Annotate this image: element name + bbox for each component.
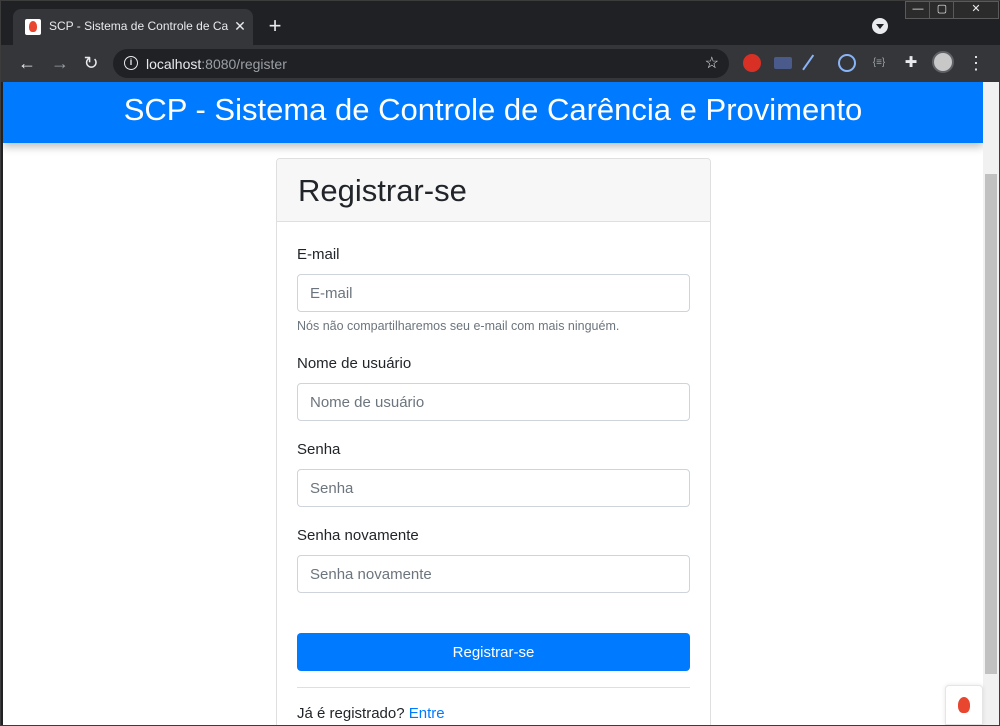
avatar[interactable]: [932, 51, 954, 73]
browser-toolbar: ← → ↻ i localhost:8080/register ☆ {≡} ✚ …: [1, 45, 1000, 82]
username-field[interactable]: [297, 383, 690, 421]
url-host: localhost: [146, 56, 202, 72]
password-confirm-label: Senha novamente: [297, 527, 419, 544]
browser-window: SCP - Sistema de Controle de Carência e …: [0, 0, 1000, 726]
divider: [297, 687, 690, 688]
username-label: Nome de usuário: [297, 355, 412, 372]
register-card: Registrar-se E-mail Nós não compartilhar…: [276, 158, 711, 725]
app-title: SCP - Sistema de Controle de Carência e …: [123, 92, 863, 127]
flame-widget-icon[interactable]: [945, 685, 983, 725]
scrollbar-thumb[interactable]: [985, 174, 997, 674]
adblock-icon[interactable]: [743, 54, 761, 72]
close-tab-icon[interactable]: ✕: [231, 17, 249, 35]
react-icon[interactable]: [838, 54, 856, 72]
devtools-icon[interactable]: [774, 57, 792, 69]
card-header: Registrar-se: [277, 159, 710, 222]
tab-title: SCP - Sistema de Controle de Carência e …: [49, 19, 229, 33]
tab-search-icon[interactable]: [872, 18, 888, 34]
login-prompt: Já é registrado? Entre: [297, 705, 445, 722]
menu-kebab-icon[interactable]: ⋮: [967, 51, 985, 75]
login-prompt-text: Já é registrado?: [297, 705, 409, 722]
url-text: localhost:8080/register: [146, 56, 287, 72]
info-icon[interactable]: i: [124, 56, 138, 70]
close-window-button[interactable]: ✕: [953, 1, 999, 19]
maximize-button[interactable]: ▢: [929, 1, 955, 19]
pen-icon[interactable]: [802, 54, 816, 72]
login-link[interactable]: Entre: [409, 705, 445, 722]
page-content: SCP - Sistema de Controle de Carência e …: [3, 82, 999, 725]
password-label: Senha: [297, 441, 341, 458]
app-header: SCP - Sistema de Controle de Carência e …: [3, 82, 983, 143]
password-field[interactable]: [297, 469, 690, 507]
password-confirm-field[interactable]: [297, 555, 690, 593]
card-title: Registrar-se: [298, 173, 467, 208]
flame-favicon-icon: [25, 19, 41, 35]
minimize-button[interactable]: —: [905, 1, 931, 19]
url-path: :8080/register: [201, 56, 287, 72]
new-tab-button[interactable]: +: [263, 15, 287, 39]
tab-strip: SCP - Sistema de Controle de Carência e …: [1, 1, 1000, 45]
back-button[interactable]: ←: [15, 51, 39, 75]
email-label: E-mail: [297, 246, 340, 263]
reload-button[interactable]: ↻: [79, 51, 103, 75]
json-icon[interactable]: {≡}: [870, 54, 888, 72]
address-bar[interactable]: i localhost:8080/register ☆: [113, 49, 729, 78]
forward-button[interactable]: →: [48, 51, 72, 75]
email-field[interactable]: [297, 274, 690, 312]
register-button[interactable]: Registrar-se: [297, 633, 690, 671]
puzzle-icon[interactable]: ✚: [902, 54, 920, 72]
bookmark-star-icon[interactable]: ☆: [705, 53, 719, 73]
email-help-text: Nós não compartilharemos seu e-mail com …: [297, 319, 620, 333]
active-tab[interactable]: SCP - Sistema de Controle de Carência e …: [13, 9, 253, 45]
